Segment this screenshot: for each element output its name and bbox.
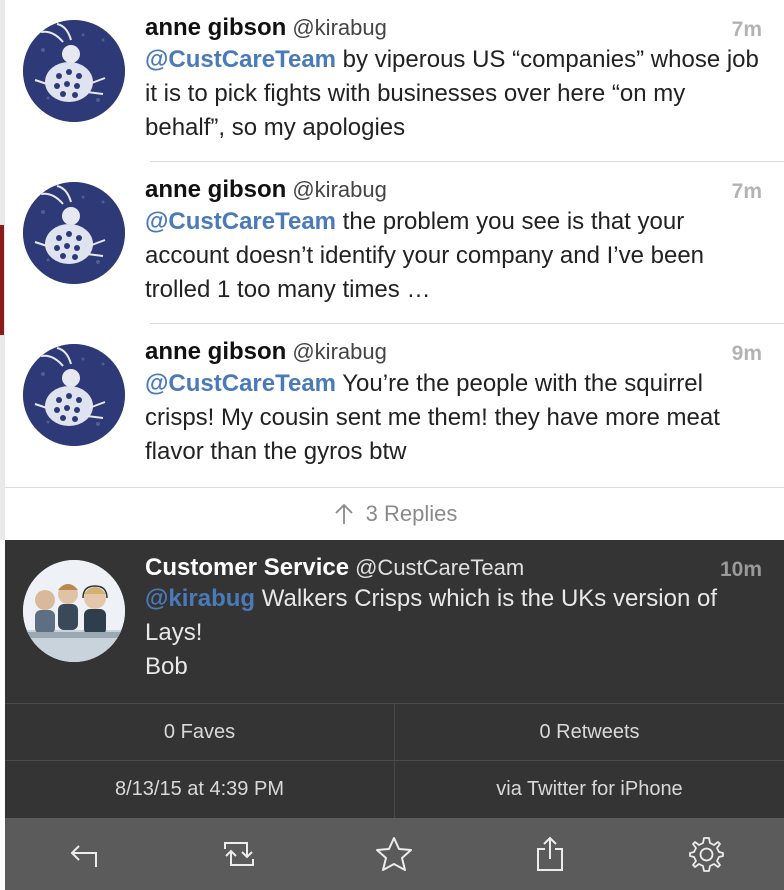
edge-accent	[0, 225, 4, 335]
avatar[interactable]	[23, 560, 125, 662]
tweet-source: via Twitter for iPhone	[394, 761, 784, 818]
faves-count[interactable]: 0 Faves	[5, 704, 394, 761]
bug-avatar-image	[23, 182, 125, 284]
author-name[interactable]: anne gibson	[145, 14, 286, 41]
bug-avatar-image	[23, 344, 125, 446]
focused-tweet[interactable]: Customer Service @CustCareTeam 10m @kirab…	[5, 540, 784, 703]
mention-link[interactable]: @CustCareTeam	[145, 208, 336, 235]
author-name[interactable]: Customer Service	[145, 554, 349, 581]
star-icon	[376, 837, 413, 871]
tweet-time: 7m	[731, 18, 762, 41]
meta-row: 8/13/15 at 4:39 PM via Twitter for iPhon…	[5, 760, 784, 818]
tweet-item[interactable]: anne gibson @kirabug 7m @CustCareTeam by …	[5, 0, 784, 162]
tweet-text: @CustCareTeam You’re the people with the…	[145, 367, 762, 469]
author-name[interactable]: anne gibson	[145, 338, 286, 365]
tweet-date: 8/13/15 at 4:39 PM	[114, 778, 284, 800]
tweet-text: @CustCareTeam the problem you see is tha…	[145, 205, 762, 307]
reply-icon	[70, 845, 97, 867]
settings-button[interactable]	[676, 824, 736, 884]
author-name[interactable]: anne gibson	[145, 176, 286, 203]
stats-row: 0 Faves 0 Retweets	[5, 703, 784, 761]
tweet-text: @kirabug Walkers Crisps which is the UKs…	[145, 582, 762, 650]
replies-link[interactable]: 3 Replies	[5, 487, 784, 540]
author-handle[interactable]: @CustCareTeam	[355, 555, 524, 580]
retweets-count[interactable]: 0 Retweets	[394, 704, 784, 761]
author-handle[interactable]: @kirabug	[292, 339, 387, 364]
mention-link[interactable]: @CustCareTeam	[145, 46, 336, 73]
call-center-avatar-image	[23, 560, 125, 662]
share-icon	[537, 836, 564, 871]
arrow-up-icon	[335, 503, 353, 524]
mention-link[interactable]: @kirabug	[145, 585, 255, 612]
avatar[interactable]	[23, 344, 125, 446]
avatar[interactable]	[23, 20, 125, 122]
tweet-text: @CustCareTeam by viperous US “companies”…	[145, 43, 762, 145]
author-handle[interactable]: @kirabug	[292, 15, 387, 40]
tweet-time: 7m	[731, 180, 762, 203]
tweet-item[interactable]: anne gibson @kirabug 9m @CustCareTeam You…	[5, 324, 784, 486]
reply-button[interactable]	[53, 824, 113, 884]
replies-label: 3 Replies	[365, 501, 458, 526]
author-handle[interactable]: @kirabug	[292, 177, 387, 202]
bug-avatar-image	[23, 20, 125, 122]
mention-link[interactable]: @CustCareTeam	[145, 370, 336, 397]
retweet-button[interactable]	[209, 824, 269, 884]
tweet-item[interactable]: anne gibson @kirabug 7m @CustCareTeam the…	[5, 162, 784, 324]
action-toolbar	[5, 818, 784, 890]
retweet-icon	[223, 842, 254, 866]
tweet-time: 10m	[719, 558, 762, 581]
tweet-time: 9m	[731, 342, 762, 365]
gear-icon	[689, 837, 724, 872]
tweet-signature: Bob	[145, 653, 188, 680]
favorite-button[interactable]	[364, 824, 424, 884]
share-button[interactable]	[520, 824, 580, 884]
avatar[interactable]	[23, 182, 125, 284]
